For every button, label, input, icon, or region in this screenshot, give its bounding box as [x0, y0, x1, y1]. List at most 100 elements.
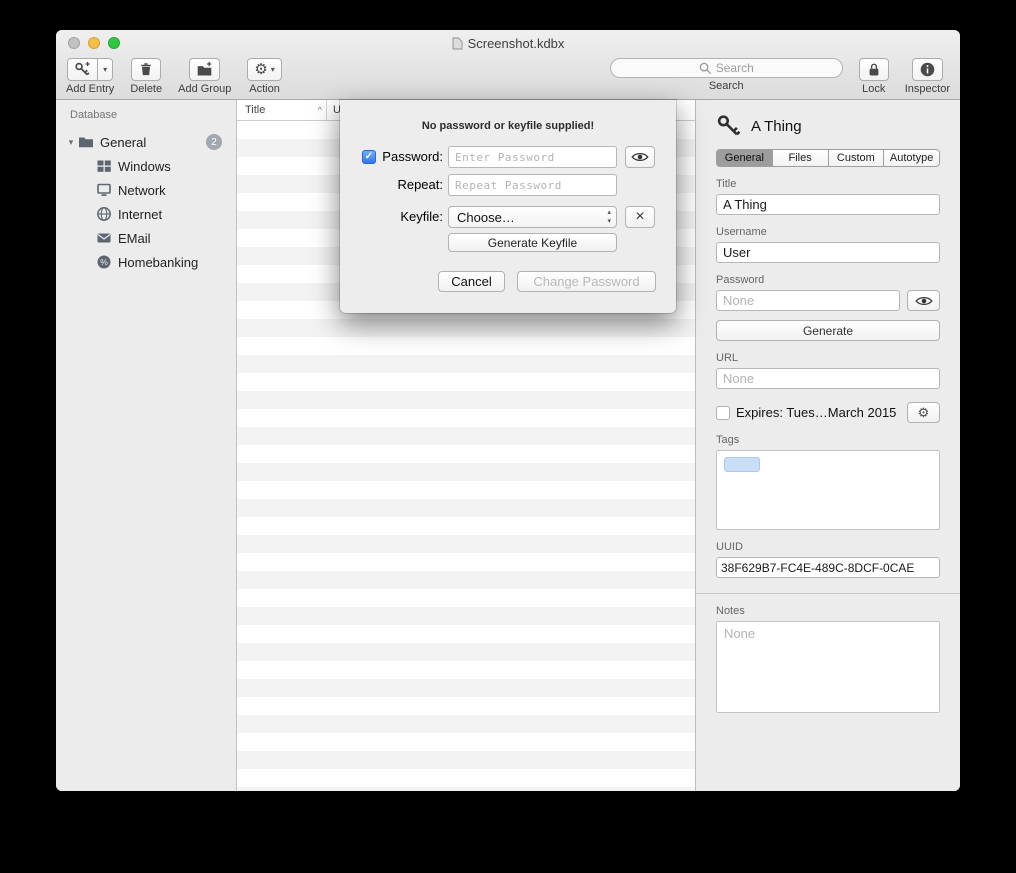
computer-icon: [96, 182, 112, 198]
sidebar-item-email[interactable]: EMail: [56, 226, 236, 250]
column-header-username[interactable]: U: [327, 104, 341, 116]
tags-field[interactable]: [716, 450, 940, 530]
column-header-title[interactable]: Title ^: [237, 100, 326, 120]
sidebar-item-label: Internet: [118, 207, 162, 222]
url-field[interactable]: [716, 368, 940, 389]
add-entry-dropdown-button[interactable]: ▾: [98, 58, 113, 81]
uuid-label: UUID: [716, 541, 940, 553]
sidebar-item-general[interactable]: ▾ General 2: [56, 130, 236, 154]
username-field[interactable]: [716, 242, 940, 263]
disclosure-triangle-icon[interactable]: ▾: [64, 137, 78, 148]
password-label: Password:: [340, 149, 443, 164]
tab-general[interactable]: General: [717, 150, 773, 166]
inspector-tabs: General Files Custom Autotype: [716, 149, 940, 167]
chevron-down-icon: ▾: [103, 65, 107, 74]
padlock-icon: [866, 61, 882, 78]
inspector-panel: A Thing General Files Custom Autotype Ti…: [695, 100, 960, 791]
change-password-sheet: No password or keyfile supplied! ✓ Passw…: [340, 100, 676, 313]
tag-pill[interactable]: [724, 457, 760, 472]
window-chrome: Screenshot.kdbx ▾ Add Entry: [56, 30, 960, 100]
repeat-label: Repeat:: [340, 177, 443, 192]
keyfile-label: Keyfile:: [340, 209, 443, 224]
show-password-button[interactable]: [625, 146, 655, 168]
notes-field[interactable]: [716, 621, 940, 713]
repeat-password-input[interactable]: [448, 174, 617, 196]
password-input[interactable]: [448, 146, 617, 168]
lock-label: Lock: [862, 83, 885, 95]
url-label: URL: [716, 352, 940, 364]
sort-ascending-icon: ^: [318, 105, 322, 115]
uuid-field[interactable]: [716, 557, 940, 578]
zoom-button[interactable]: [108, 37, 120, 49]
cancel-button[interactable]: Cancel: [438, 271, 505, 292]
add-group-button[interactable]: [189, 58, 220, 81]
main-window: Screenshot.kdbx ▾ Add Entry: [56, 30, 960, 791]
search-item: Search Search: [610, 58, 843, 95]
expires-label: Expires: Tues…March 2015: [736, 405, 896, 420]
close-button[interactable]: [68, 37, 80, 49]
action-button[interactable]: ⚙ ▾: [247, 58, 281, 81]
password-field[interactable]: [716, 290, 900, 311]
toolbar-right-group: Search Search Lock: [610, 58, 950, 95]
gear-icon: ⚙: [254, 62, 267, 77]
inspector-item: Inspector: [905, 58, 950, 95]
section-divider: [696, 593, 960, 594]
generate-password-button[interactable]: Generate: [716, 320, 940, 341]
group-sidebar: Database ▾ General 2 Windows Network: [56, 100, 237, 791]
search-input[interactable]: Search: [610, 58, 843, 78]
inspector-button[interactable]: [912, 58, 943, 81]
eye-icon: [631, 151, 649, 163]
trash-icon: [138, 61, 154, 78]
generate-keyfile-button[interactable]: Generate Keyfile: [448, 233, 617, 252]
keyfile-popup[interactable]: Choose… ▴ ▾: [448, 206, 617, 228]
notes-label: Notes: [716, 605, 940, 617]
password-row: [716, 290, 940, 311]
windows-icon: [96, 158, 112, 174]
title-field[interactable]: [716, 194, 940, 215]
eye-icon: [915, 295, 933, 307]
sidebar-item-label: Network: [118, 183, 166, 198]
sidebar-item-internet[interactable]: Internet: [56, 202, 236, 226]
action-label: Action: [249, 83, 280, 95]
titlebar: Screenshot.kdbx: [56, 30, 960, 56]
change-password-label: Change Password: [533, 274, 639, 289]
window-title: Screenshot.kdbx: [468, 36, 565, 51]
tab-custom[interactable]: Custom: [829, 150, 885, 166]
cancel-label: Cancel: [451, 274, 491, 289]
sidebar-item-label: EMail: [118, 231, 151, 246]
change-password-button[interactable]: Change Password: [517, 271, 656, 292]
info-icon: [919, 61, 936, 78]
generate-label: Generate: [803, 324, 853, 338]
add-entry-button[interactable]: [67, 58, 98, 81]
inspector-label: Inspector: [905, 83, 950, 95]
minimize-button[interactable]: [88, 37, 100, 49]
dialog-message: No password or keyfile supplied!: [340, 120, 676, 132]
sidebar-item-network[interactable]: Network: [56, 178, 236, 202]
inspector-header: A Thing: [716, 112, 940, 140]
document-icon: [452, 37, 463, 50]
generate-keyfile-label: Generate Keyfile: [488, 236, 577, 250]
delete-label: Delete: [130, 83, 162, 95]
sidebar-item-label: Windows: [118, 159, 171, 174]
folder-plus-icon: [196, 61, 213, 78]
folder-icon: [78, 134, 94, 150]
expires-settings-button[interactable]: ⚙: [907, 402, 940, 423]
sidebar-item-windows[interactable]: Windows: [56, 154, 236, 178]
clear-keyfile-button[interactable]: ×: [625, 206, 655, 228]
tab-autotype[interactable]: Autotype: [884, 150, 939, 166]
sidebar-item-label: Homebanking: [118, 255, 198, 270]
delete-button[interactable]: [131, 58, 161, 81]
toolbar: ▾ Add Entry Delete: [56, 56, 960, 100]
sidebar-item-homebanking[interactable]: % Homebanking: [56, 250, 236, 274]
lock-button[interactable]: [859, 58, 889, 81]
tab-files[interactable]: Files: [773, 150, 829, 166]
popup-stepper-icon: ▴ ▾: [607, 208, 611, 226]
key-icon: [716, 113, 742, 139]
expires-checkbox[interactable]: [716, 406, 730, 420]
sidebar-item-label: General: [100, 135, 146, 150]
lock-item: Lock: [859, 58, 889, 95]
toolbar-left-group: ▾ Add Entry Delete: [66, 58, 282, 95]
show-password-button[interactable]: [907, 290, 940, 311]
add-group-item: Add Group: [178, 58, 231, 95]
coin-icon: %: [96, 254, 112, 270]
